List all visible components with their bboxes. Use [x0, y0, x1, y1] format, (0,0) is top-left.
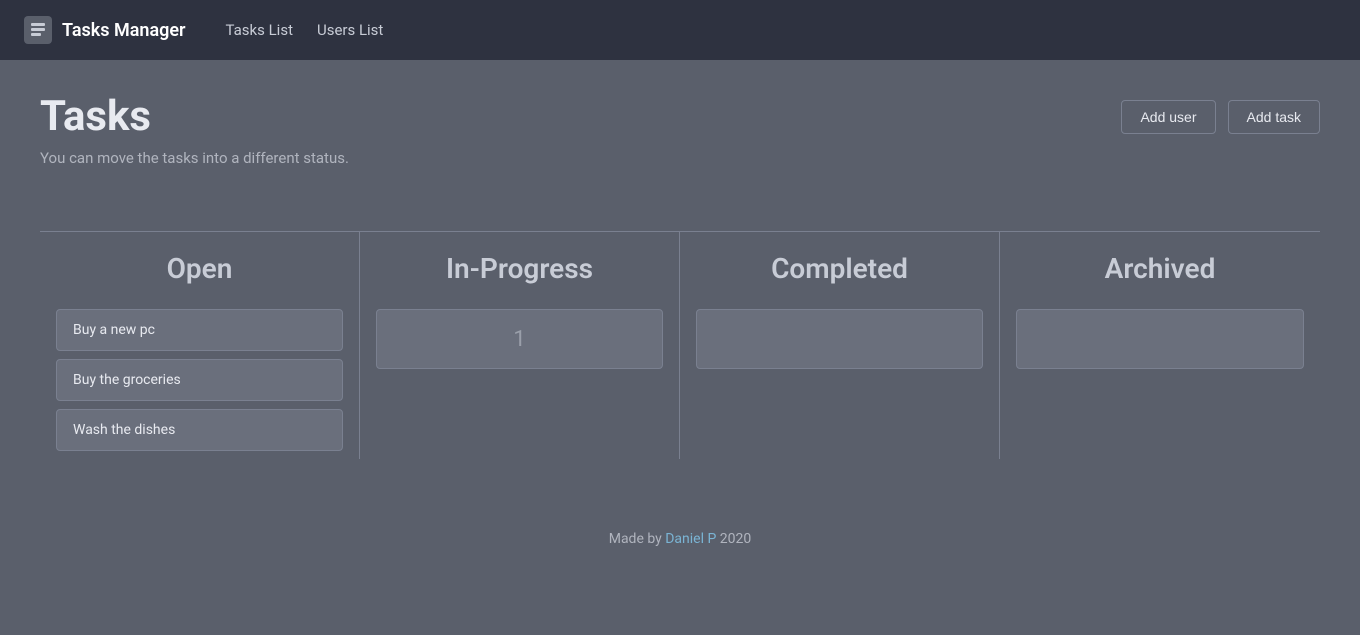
in-progress-drop-zone: 1 — [376, 309, 663, 369]
navbar-links: Tasks List Users List — [226, 21, 384, 39]
page-subtitle: You can move the tasks into a different … — [40, 149, 349, 167]
footer-text-suffix: 2020 — [716, 531, 751, 547]
kanban-board: Open Buy a new pc Buy the groceries Wash… — [40, 231, 1320, 459]
footer-author-link[interactable]: Daniel P — [665, 531, 716, 547]
brand: Tasks Manager — [24, 16, 186, 44]
page-title: Tasks — [40, 92, 349, 141]
add-task-button[interactable]: Add task — [1228, 100, 1320, 134]
completed-drop-zone — [696, 309, 983, 369]
header-row: Tasks You can move the tasks into a diff… — [40, 92, 1320, 199]
header-left: Tasks You can move the tasks into a diff… — [40, 92, 349, 199]
in-progress-drop-number: 1 — [513, 327, 525, 352]
column-in-progress: In-Progress 1 — [360, 232, 680, 459]
archived-drop-zone — [1016, 309, 1304, 369]
brand-name: Tasks Manager — [62, 20, 186, 41]
column-open-header: Open — [56, 232, 343, 309]
header-actions: Add user Add task — [1121, 92, 1320, 134]
task-card-wash-the-dishes[interactable]: Wash the dishes — [56, 409, 343, 451]
column-open: Open Buy a new pc Buy the groceries Wash… — [40, 232, 360, 459]
column-in-progress-header: In-Progress — [376, 232, 663, 309]
main-content: Tasks You can move the tasks into a diff… — [0, 60, 1360, 491]
footer: Made by Daniel P 2020 — [0, 491, 1360, 567]
task-card-buy-the-groceries[interactable]: Buy the groceries — [56, 359, 343, 401]
navbar: Tasks Manager Tasks List Users List — [0, 0, 1360, 60]
column-completed-header: Completed — [696, 232, 983, 309]
column-completed: Completed — [680, 232, 1000, 459]
column-archived: Archived — [1000, 232, 1320, 459]
brand-icon — [24, 16, 52, 44]
nav-users-list[interactable]: Users List — [317, 21, 383, 39]
column-archived-header: Archived — [1016, 232, 1304, 309]
task-card-buy-a-new-pc[interactable]: Buy a new pc — [56, 309, 343, 351]
footer-text-prefix: Made by — [609, 531, 666, 547]
add-user-button[interactable]: Add user — [1121, 100, 1215, 134]
nav-tasks-list[interactable]: Tasks List — [226, 21, 293, 39]
